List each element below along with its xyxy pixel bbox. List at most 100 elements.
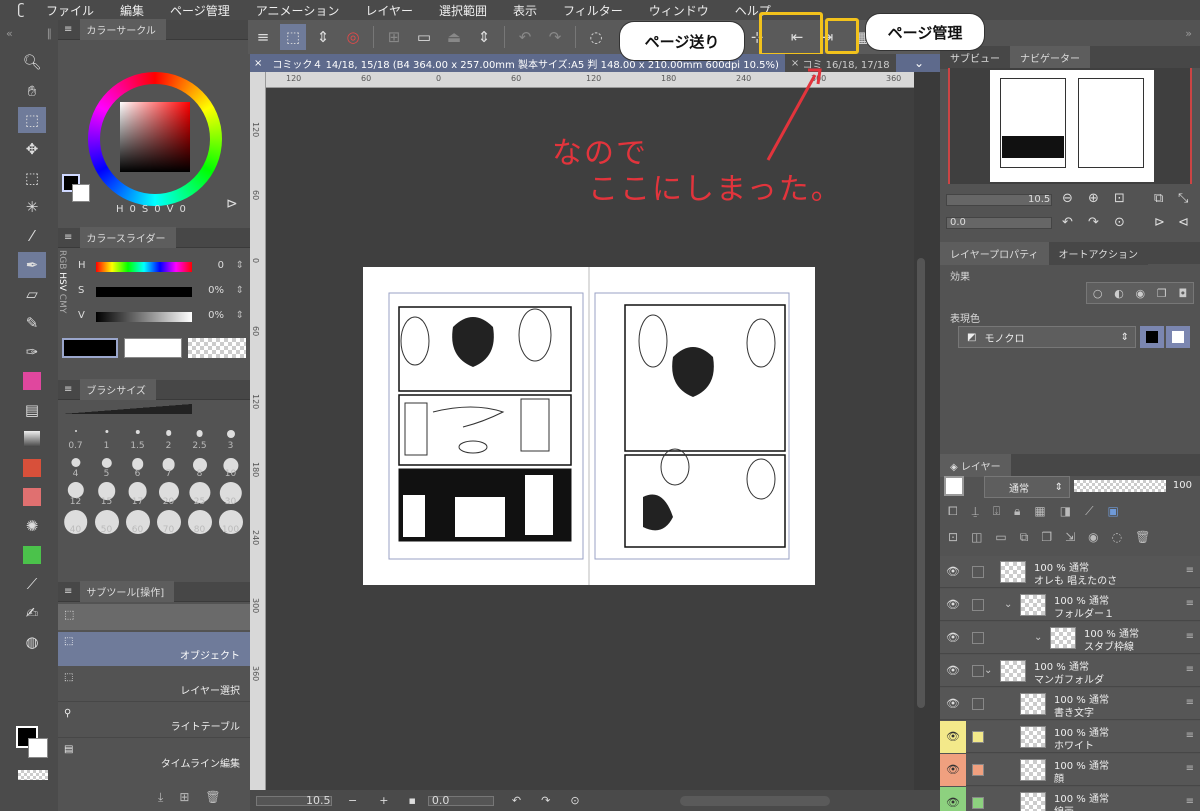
lock-transparent-icon[interactable]: ▦ [1034, 504, 1045, 526]
brush-size-cell[interactable]: 70 [153, 508, 184, 536]
layer-color-toggle-icon[interactable]: ▣ [1108, 504, 1119, 526]
layer-color-icon[interactable]: ◉ [1136, 287, 1146, 300]
mono-white-swatch[interactable] [1166, 326, 1190, 348]
subtool-object[interactable]: ⬚ オブジェクト [58, 632, 250, 666]
text-tool-icon[interactable]: ✺ [18, 513, 46, 539]
eye-icon[interactable]: 👁︎ [946, 598, 960, 611]
delete-layer-icon[interactable]: 🗑︎ [1135, 530, 1150, 552]
redo-icon[interactable]: ↷ [542, 24, 568, 50]
layer-lock-checkbox[interactable] [972, 797, 984, 809]
layer-menu-icon[interactable]: ≡ [1186, 631, 1194, 642]
eye-icon[interactable]: 👁︎ [946, 631, 960, 644]
transparent-swatch[interactable] [18, 770, 48, 780]
color-slider-tab[interactable]: カラースライダー [80, 227, 176, 248]
apply-mask-icon[interactable]: ◌ [1112, 530, 1122, 552]
nav-angle-value[interactable]: 0.0 [950, 217, 966, 228]
clip-icon[interactable]: ⧠ [948, 504, 958, 526]
brush-size-cell[interactable]: 2 [153, 424, 184, 452]
hand-tool-icon[interactable]: ✋︎ [18, 78, 46, 104]
draft-layer-icon[interactable]: ⍗ [993, 504, 1000, 526]
layer-row[interactable]: 👁︎ ⌄ 100 % 通常 スタブ枠線 ≡ [940, 622, 1200, 654]
layer-lock-checkbox[interactable] [972, 599, 984, 611]
brush-size-cell[interactable]: 30 [215, 480, 246, 508]
new-vector-icon[interactable]: ◫ [971, 530, 982, 552]
layer-row[interactable]: 👁︎ 100 % 通常 ホワイト ≡ [940, 721, 1200, 753]
brush-size-cell[interactable]: 3 [215, 424, 246, 452]
folder-chevron-icon[interactable]: ⌄ [1034, 632, 1042, 643]
eye-icon[interactable]: 👁︎ [940, 721, 966, 753]
brush-size-cell[interactable]: 0.7 [60, 424, 91, 452]
rotate-value[interactable]: 0.0 [432, 794, 462, 807]
subtool-timeline[interactable]: ▤ タイムライン編集 [58, 740, 250, 774]
eye-icon[interactable]: 👁︎ [946, 697, 960, 710]
folder-chevron-icon[interactable]: ⌄ [984, 665, 992, 676]
layer-lock-checkbox[interactable] [972, 698, 984, 710]
flip-vertical-icon[interactable]: ⊲ [1178, 215, 1189, 230]
brush-size-cell[interactable]: 7 [153, 452, 184, 480]
copy-layer-icon[interactable]: ❐ [1041, 530, 1052, 552]
tab-layer-property[interactable]: レイヤープロパティ [940, 241, 1049, 265]
fill-tool-icon[interactable] [18, 368, 46, 394]
app-icon[interactable]: ◎ [340, 24, 366, 50]
tab-navigator[interactable]: ナビゲーター [1010, 45, 1090, 69]
ruler-tool-icon[interactable] [18, 484, 46, 510]
menu-hamburger-icon[interactable]: ≡ [250, 24, 276, 50]
nav-fit-icon[interactable]: ⊡ [1114, 191, 1125, 206]
brush-size-cell[interactable]: 15 [91, 480, 122, 508]
menu-window[interactable]: ウィンドウ [635, 2, 721, 19]
transfer-icon[interactable]: ⇲ [1065, 530, 1075, 552]
menu-selection[interactable]: 選択範囲 [425, 2, 499, 19]
nav-rotate-right-icon[interactable]: ↷ [1088, 215, 1099, 230]
saturation-slider[interactable] [96, 287, 192, 297]
zoom-in-icon[interactable]: + [379, 794, 388, 807]
brush-size-cell[interactable]: 25 [184, 480, 215, 508]
extract-line-icon[interactable]: ◘ [1178, 287, 1187, 300]
brush-size-cell[interactable]: 1.5 [122, 424, 153, 452]
line-tool-icon[interactable]: ✍ [18, 600, 46, 626]
rotate-left-icon[interactable]: ↶ [512, 794, 521, 807]
mode-hsv-tab[interactable]: HSV [57, 272, 67, 291]
gradient-tool-icon[interactable]: ▤ [18, 397, 46, 423]
undo-icon[interactable]: ↶ [512, 24, 538, 50]
tab-layer[interactable]: ◈ レイヤー [940, 453, 1011, 477]
sub-color-chip[interactable] [124, 338, 182, 358]
nav-fit-window-icon[interactable]: ⤡ [1178, 191, 1188, 206]
brush-size-cell[interactable]: 5 [91, 452, 122, 480]
layer-lock-checkbox[interactable] [972, 665, 984, 677]
brush-size-cell[interactable]: 40 [60, 508, 91, 536]
sub-color-swatch[interactable] [28, 738, 48, 758]
mask-effect-icon[interactable]: ❐ [1157, 287, 1167, 300]
menu-page-manage[interactable]: ページ管理 [156, 2, 242, 19]
brush-tool-icon[interactable]: ✎ [18, 310, 46, 336]
tone-effect-icon[interactable]: ◐ [1114, 287, 1124, 300]
brush-size-cell[interactable]: 8 [184, 452, 215, 480]
correction-tool-icon[interactable]: ⟋ [18, 571, 46, 597]
brush-size-cell[interactable]: 17 [122, 480, 153, 508]
decoration-tool-icon[interactable]: ✑ [18, 339, 46, 365]
brush-size-cell[interactable]: 6 [122, 452, 153, 480]
frame-border-tool-icon[interactable] [18, 455, 46, 481]
tab-list-chevron-icon[interactable]: ⌄ [914, 56, 924, 70]
nav-zoom-out-icon[interactable]: ⊖ [1062, 191, 1073, 206]
grip-icon[interactable]: ∥ [47, 27, 53, 40]
new-folder-icon[interactable]: ▭ [995, 530, 1006, 552]
menu-file[interactable]: ファイル [32, 2, 106, 19]
vertical-scrollbar[interactable] [914, 88, 928, 790]
nav-zoom-in-icon[interactable]: ⊕ [1088, 191, 1099, 206]
stepper-icon[interactable]: ⇕ [236, 285, 244, 296]
reset-rotate-icon[interactable]: ⊙ [570, 794, 579, 807]
pen-tool-icon[interactable]: ✒ [18, 252, 46, 278]
auto-select-tool-icon[interactable]: ✳ [18, 194, 46, 220]
move-layer-tool-icon[interactable]: ✥ [18, 136, 46, 162]
menu-view[interactable]: 表示 [499, 2, 549, 19]
nav-reset-rotate-icon[interactable]: ⊙ [1114, 215, 1125, 230]
transparent-chip[interactable] [188, 338, 246, 358]
zoom-value[interactable]: 10.5 [306, 794, 334, 807]
layer-menu-icon[interactable]: ≡ [1186, 565, 1194, 576]
new-icon[interactable]: ⊞ [381, 24, 407, 50]
mode-cmy-tab[interactable]: CMY [57, 294, 67, 314]
collapse-icon[interactable]: « [6, 27, 13, 40]
navigator-preview[interactable] [948, 68, 1192, 184]
brush-size-cell[interactable]: 4 [60, 452, 91, 480]
brush-command-icon[interactable]: ⬚ [280, 24, 306, 50]
